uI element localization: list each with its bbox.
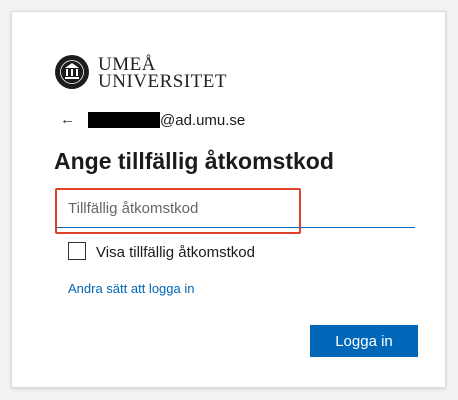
arrow-left-icon[interactable]: ← xyxy=(60,111,75,128)
show-code-row: Visa tillfällig åtkomstkod xyxy=(68,242,328,264)
sign-in-card: UMEÅ UNIVERSITET ← @ad.umu.se Ange tillf… xyxy=(11,11,446,388)
page-title: Ange tillfällig åtkomstkod xyxy=(54,148,334,174)
university-name-line2: UNIVERSITET xyxy=(98,71,227,92)
sign-in-button[interactable]: Logga in xyxy=(310,325,418,357)
show-code-checkbox[interactable] xyxy=(68,242,86,260)
university-logo: UMEÅ UNIVERSITET xyxy=(54,54,254,94)
university-name: UMEÅ UNIVERSITET xyxy=(98,55,227,92)
redacted-username xyxy=(88,112,160,128)
show-code-label[interactable]: Visa tillfällig åtkomstkod xyxy=(96,244,255,261)
email-domain: @ad.umu.se xyxy=(160,112,246,129)
account-row: ← @ad.umu.se xyxy=(60,110,390,130)
alt-signin-link[interactable]: Andra sätt att logga in xyxy=(68,281,194,296)
access-code-input[interactable] xyxy=(56,190,415,228)
university-seal-icon xyxy=(55,55,89,89)
